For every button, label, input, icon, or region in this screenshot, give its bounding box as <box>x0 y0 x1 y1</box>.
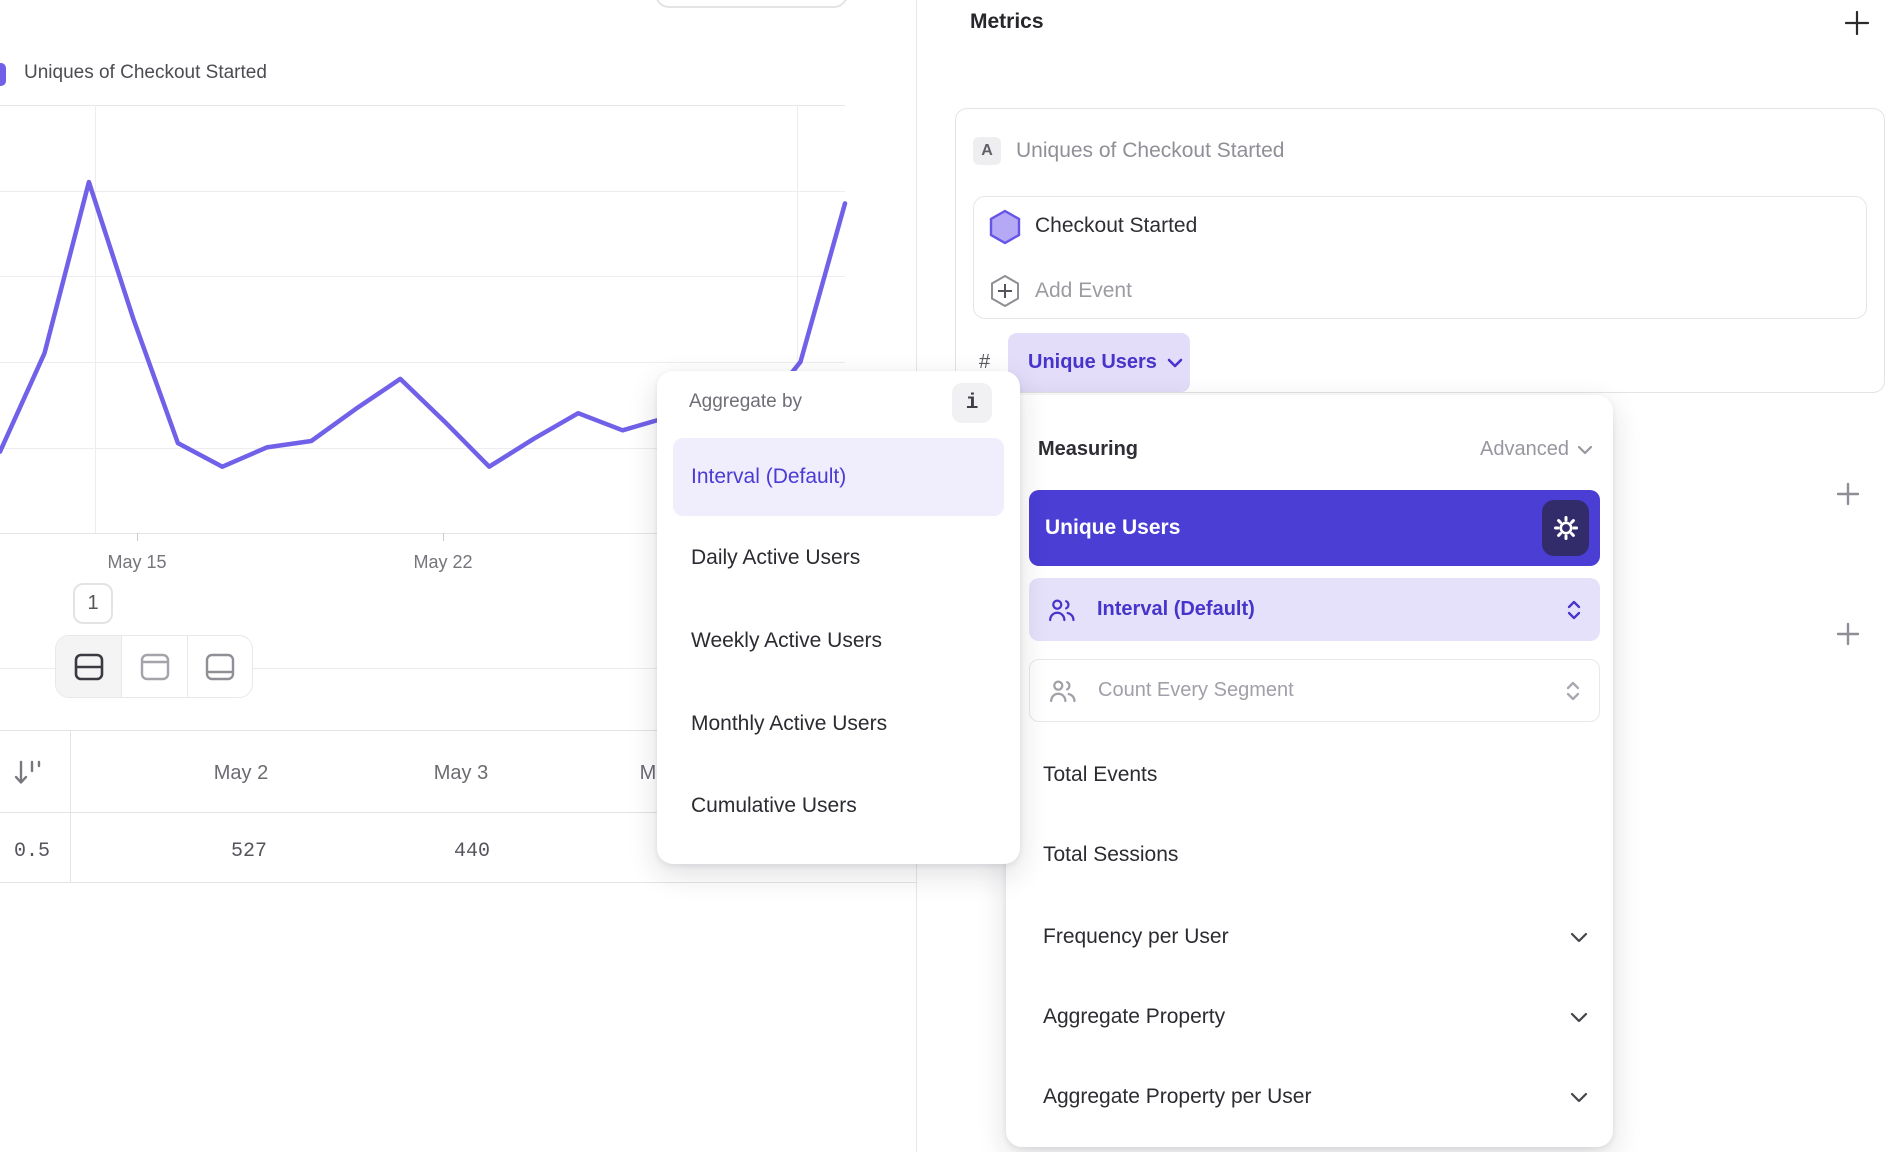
measure-option-total-sessions[interactable]: Total Sessions <box>1043 833 1588 877</box>
chevron-down-icon <box>1570 932 1588 943</box>
add-event-hexagon-icon <box>988 273 1022 314</box>
chevron-down-icon <box>1570 1092 1588 1103</box>
table-header-cell[interactable]: May 3 <box>381 762 541 785</box>
users-icon <box>1048 678 1078 704</box>
item-label: Total Sessions <box>1043 843 1178 867</box>
select-chevrons-icon <box>1565 680 1581 702</box>
menu-item-cumulative-users[interactable]: Cumulative Users <box>691 786 991 826</box>
item-label: Total Events <box>1043 763 1157 787</box>
plus-icon <box>1835 481 1861 507</box>
aggregate-by-menu: Aggregate by i Interval (Default) Daily … <box>657 371 1020 864</box>
top-panel-icon <box>138 652 172 682</box>
measure-chip-label: Unique Users <box>1028 351 1157 374</box>
measure-dropdown-chip[interactable]: Unique Users <box>1008 333 1190 392</box>
menu-item-monthly-active-users[interactable]: Monthly Active Users <box>691 704 991 744</box>
event-name[interactable]: Checkout Started <box>1035 214 1197 238</box>
insights-report: Uniques of Checkout Started May 15 May 2… <box>0 0 1898 1152</box>
add-filter-button[interactable] <box>1833 479 1863 509</box>
plus-icon <box>1835 621 1861 647</box>
metric-letter-badge: A <box>973 137 1001 165</box>
select-chevrons-icon <box>1566 599 1582 621</box>
item-label: Aggregate Property <box>1043 1005 1225 1029</box>
chevron-down-icon <box>1577 445 1593 455</box>
add-event-button[interactable]: Add Event <box>1035 279 1132 303</box>
measure-option-aggregate-property-per-user[interactable]: Aggregate Property per User <box>1043 1075 1588 1119</box>
plus-icon <box>1843 9 1871 37</box>
chevron-down-icon <box>1570 1012 1588 1023</box>
add-metric-button[interactable] <box>1843 9 1871 42</box>
table-cell: 440 <box>392 840 552 863</box>
segment-row-label: Count Every Segment <box>1098 679 1294 702</box>
layout-top-panel-button[interactable] <box>121 636 186 697</box>
count-every-segment-selector[interactable]: Count Every Segment <box>1029 659 1600 722</box>
split-horizontal-icon <box>72 652 106 682</box>
users-icon <box>1047 597 1077 623</box>
layout-split-horizontal-button[interactable] <box>56 636 121 697</box>
measure-option-frequency-per-user[interactable]: Frequency per User <box>1043 915 1588 959</box>
advanced-dropdown[interactable]: Advanced <box>1480 438 1593 461</box>
unique-users-label: Unique Users <box>1045 516 1180 540</box>
measure-option-aggregate-property[interactable]: Aggregate Property <box>1043 995 1588 1039</box>
table-cell: 527 <box>169 840 329 863</box>
table-header-cell[interactable]: May 2 <box>161 762 321 785</box>
menu-item-daily-active-users[interactable]: Daily Active Users <box>691 538 991 578</box>
bottom-panel-icon <box>203 652 237 682</box>
menu-item-weekly-active-users[interactable]: Weekly Active Users <box>691 621 991 661</box>
measure-settings-button[interactable] <box>1542 500 1589 556</box>
metric-title-input[interactable]: Uniques of Checkout Started <box>1016 139 1285 163</box>
layout-toggle-group <box>55 635 253 698</box>
table-bottom-border <box>0 882 916 883</box>
measuring-title: Measuring <box>1038 438 1138 461</box>
info-icon[interactable]: i <box>952 383 992 423</box>
measure-option-unique-users-selected[interactable]: Unique Users <box>1029 490 1600 566</box>
sort-icon[interactable] <box>14 757 44 794</box>
measuring-menu: Measuring Advanced Unique Users <box>1006 395 1613 1147</box>
aggregate-by-title: Aggregate by <box>689 391 802 413</box>
advanced-label: Advanced <box>1480 438 1569 461</box>
chevron-down-icon <box>1167 358 1183 368</box>
event-hexagon-icon <box>987 208 1023 251</box>
table-cell: 0.5 <box>0 840 112 863</box>
metrics-section-title: Metrics <box>970 10 1044 34</box>
gear-icon <box>1552 514 1580 542</box>
interval-default-selector[interactable]: Interval (Default) <box>1029 578 1600 641</box>
item-label: Aggregate Property per User <box>1043 1085 1311 1109</box>
menu-item-interval-default[interactable]: Interval (Default) <box>673 438 1004 516</box>
layout-bottom-panel-button[interactable] <box>187 636 252 697</box>
add-breakdown-button[interactable] <box>1833 619 1863 649</box>
item-label: Frequency per User <box>1043 925 1229 949</box>
page-number-box[interactable]: 1 <box>73 583 113 624</box>
interval-row-label: Interval (Default) <box>1097 598 1255 621</box>
measure-option-total-events[interactable]: Total Events <box>1043 753 1588 797</box>
